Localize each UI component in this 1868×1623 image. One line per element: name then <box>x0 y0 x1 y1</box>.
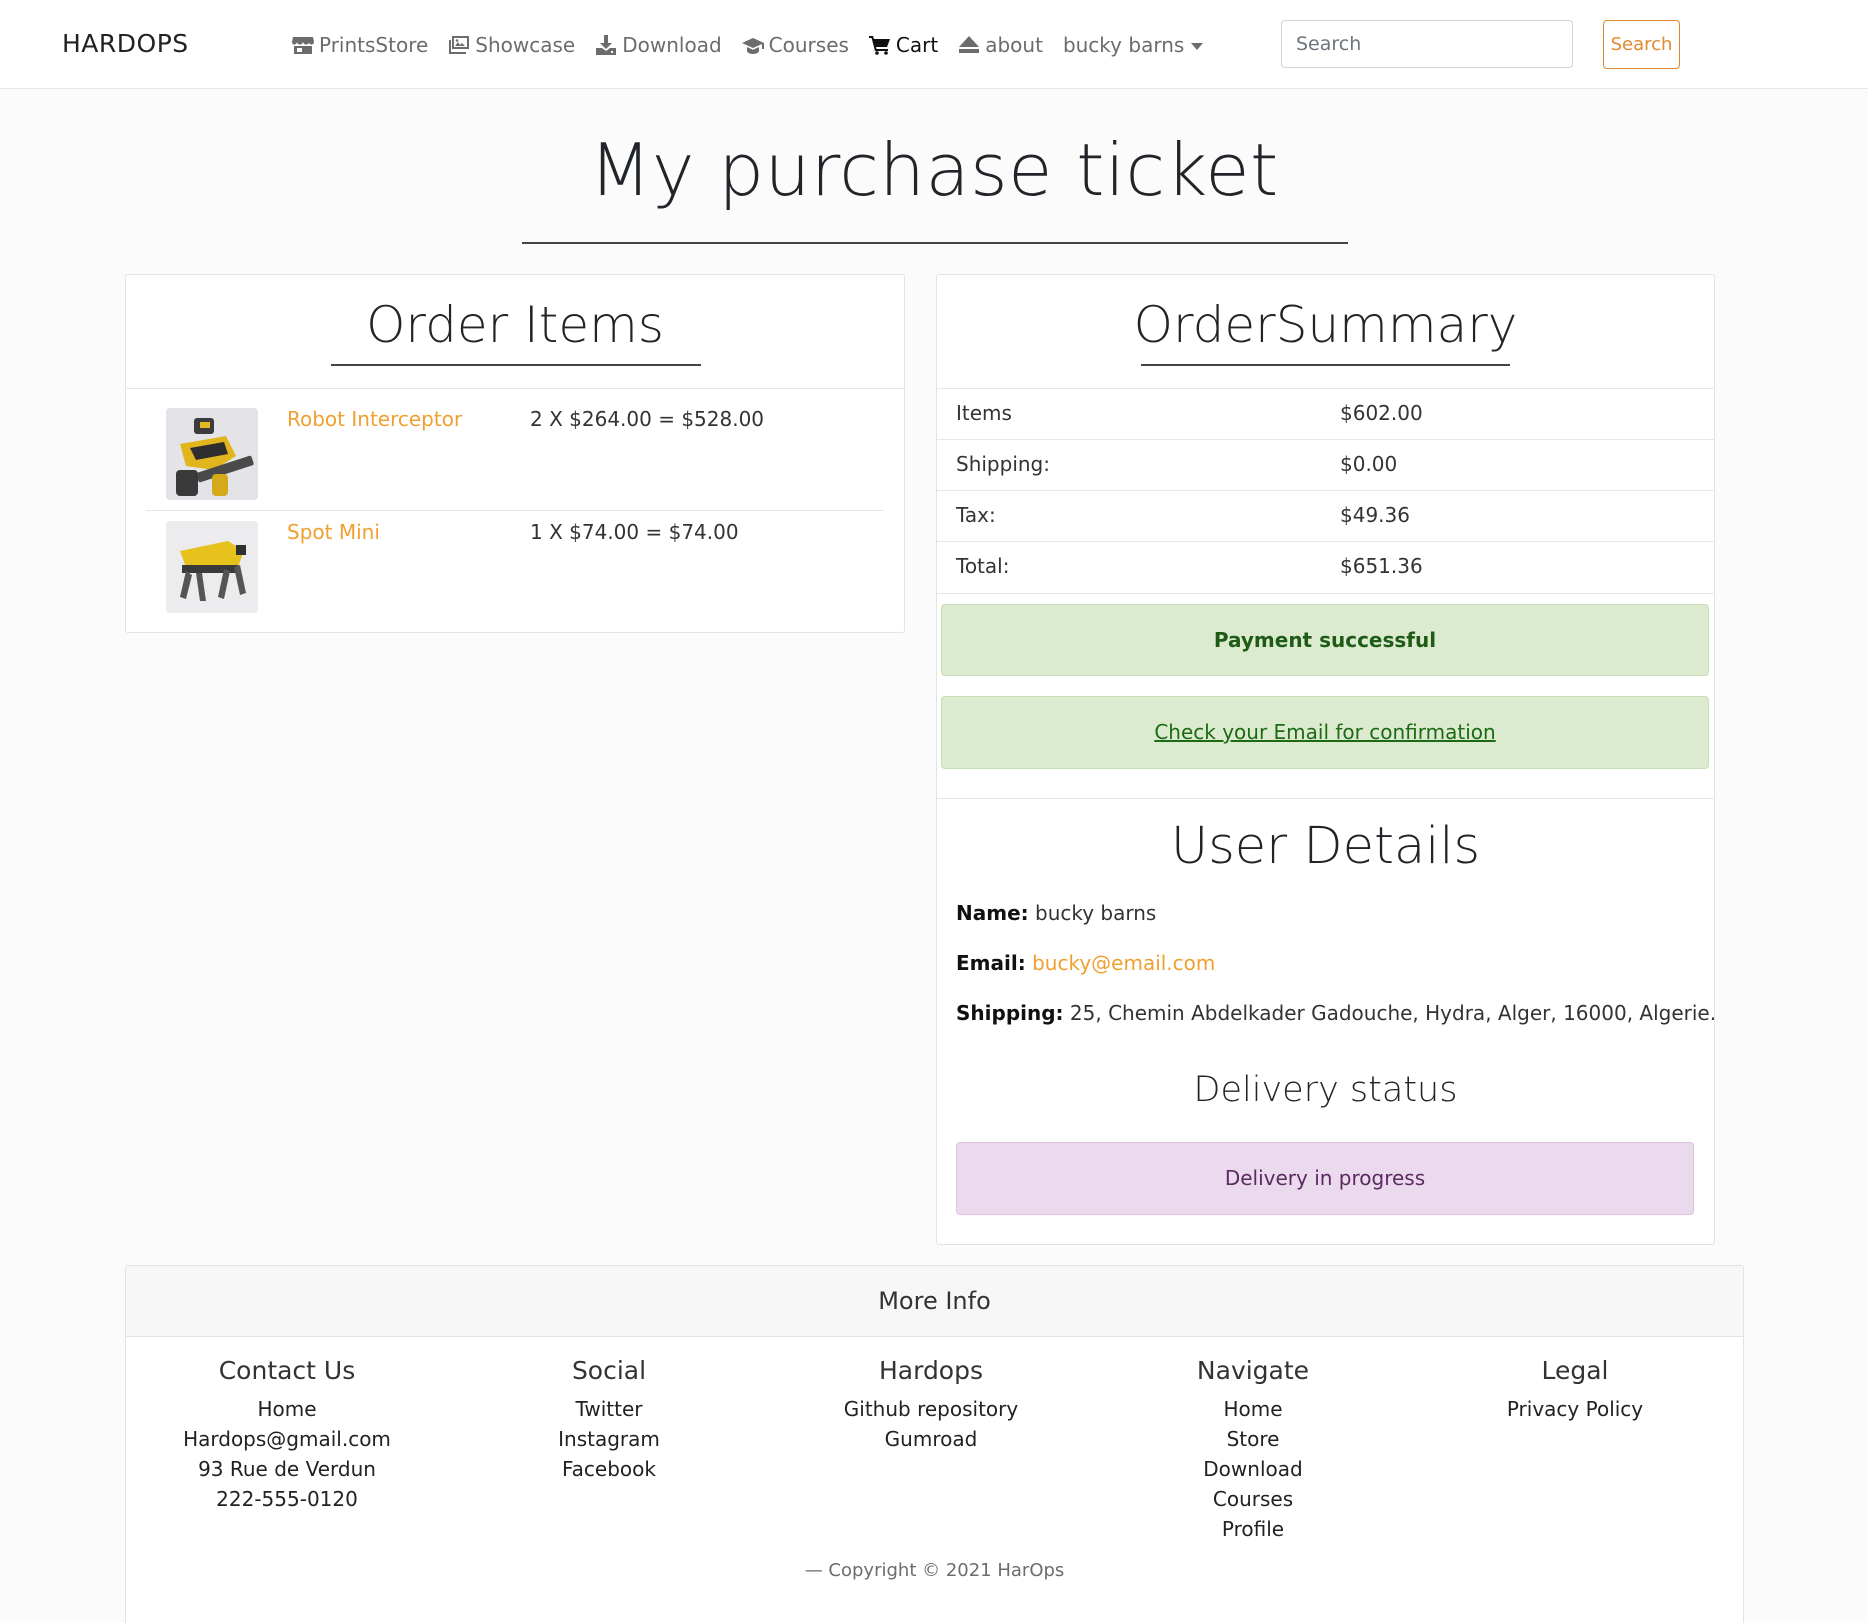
cart-icon <box>868 36 890 55</box>
copyright: — Copyright © 2021 HarOps <box>804 1560 1065 1581</box>
product-image-spot-mini[interactable] <box>166 521 258 613</box>
nav-link-download[interactable]: Download <box>595 33 722 57</box>
search-button[interactable]: Search <box>1603 20 1680 69</box>
item-price-calculation: 2 X $264.00 = $528.00 <box>530 407 765 431</box>
user-shipping-detail: Shipping: 25, Chemin Abdelkader Gadouche… <box>956 1001 1716 1025</box>
summary-label: Shipping: <box>956 452 1050 476</box>
payment-success-alert: Payment successful <box>941 604 1709 676</box>
chevron-down-icon <box>1191 42 1204 50</box>
user-menu-label: bucky barns <box>1062 33 1185 57</box>
nav-link-label: PrintsStore <box>319 33 429 57</box>
navbar: HARDOPS PrintsStore Showcase Download Co… <box>0 0 1868 89</box>
summary-label: Tax: <box>956 503 996 527</box>
divider <box>937 593 1714 594</box>
footer-link-twitter[interactable]: Twitter <box>448 1394 770 1424</box>
product-link-spot-mini[interactable]: Spot Mini <box>287 520 380 544</box>
footer-column-title: Social <box>571 1356 647 1385</box>
user-details-heading: User Details <box>1170 817 1481 876</box>
nav-link-label: Download <box>622 33 722 57</box>
delivery-status-alert: Delivery in progress <box>956 1142 1694 1215</box>
brand-logo[interactable]: HARDOPS <box>62 29 189 58</box>
summary-value: $0.00 <box>1340 452 1398 476</box>
detail-label: Shipping: <box>956 1001 1064 1025</box>
order-items-heading: Order Items <box>366 296 664 354</box>
footer-column-navigate: Navigate Home Store Download Courses Pro… <box>1092 1356 1414 1544</box>
footer-link-gumroad[interactable]: Gumroad <box>770 1424 1092 1454</box>
divider <box>937 388 1714 389</box>
user-name-detail: Name: bucky barns <box>956 901 1156 925</box>
page-title: My purchase ticket <box>589 128 1279 212</box>
divider <box>937 798 1714 799</box>
divider <box>146 510 884 511</box>
divider <box>937 439 1714 440</box>
footer-link-home[interactable]: Home <box>1092 1394 1414 1424</box>
footer-phone: 222-555-0120 <box>216 1487 358 1511</box>
download-icon <box>596 35 617 55</box>
summary-value: $651.36 <box>1340 554 1423 578</box>
footer-link-privacy-policy[interactable]: Privacy Policy <box>1414 1394 1736 1424</box>
product-image-robot-interceptor[interactable] <box>166 408 258 500</box>
user-name-value: bucky barns <box>1035 901 1157 925</box>
footer-link-download[interactable]: Download <box>1092 1454 1414 1484</box>
footer-link-profile[interactable]: Profile <box>1092 1514 1414 1544</box>
email-confirmation-link[interactable]: Check your Email for confirmation <box>1154 720 1495 744</box>
user-email-detail: Email: bucky@email.com <box>956 951 1215 975</box>
eject-icon <box>959 36 980 53</box>
graduation-cap-icon <box>741 38 764 54</box>
heading-underline <box>1141 364 1510 366</box>
footer-link-store[interactable]: Store <box>1092 1424 1414 1454</box>
summary-value: $49.36 <box>1340 503 1410 527</box>
summary-value: $602.00 <box>1340 401 1423 425</box>
order-summary-card: OrderSummary Items $602.00 Shipping: $0.… <box>936 274 1716 1245</box>
nav-link-label: about <box>985 33 1043 57</box>
order-items-card: Order Items Robot Interceptor 2 X $264.0… <box>125 274 905 633</box>
summary-label: Items <box>956 401 1012 425</box>
footer-column-legal: Legal Privacy Policy <box>1414 1356 1736 1424</box>
order-summary-heading: OrderSummary <box>1133 296 1518 354</box>
detail-label: Name: <box>956 901 1029 925</box>
user-email-link[interactable]: bucky@email.com <box>1032 951 1215 975</box>
footer-link-facebook[interactable]: Facebook <box>448 1454 770 1484</box>
nav-link-label: Showcase <box>475 33 576 57</box>
footer-link-email[interactable]: Hardops@gmail.com <box>126 1424 448 1454</box>
summary-label: Total: <box>956 554 1010 578</box>
title-divider <box>522 242 1348 244</box>
nav-link-courses[interactable]: Courses <box>741 33 849 57</box>
divider <box>937 490 1714 491</box>
nav-link-printsstore[interactable]: PrintsStore <box>292 33 428 57</box>
footer-column-title: Contact Us <box>218 1356 356 1385</box>
footer-link-github[interactable]: Github repository <box>770 1394 1092 1424</box>
footer-column-title: Legal <box>1541 1356 1609 1385</box>
detail-label: Email: <box>956 951 1026 975</box>
nav-link-showcase[interactable]: Showcase <box>448 33 575 57</box>
nav-links: PrintsStore Showcase Download Courses Ca… <box>292 30 1223 60</box>
footer: More Info Contact Us Home Hardops@gmail.… <box>125 1265 1744 1623</box>
shipping-address-value: 25, Chemin Abdelkader Gadouche, Hydra, A… <box>1069 1001 1717 1025</box>
footer-address: 93 Rue de Verdun <box>198 1457 376 1481</box>
nav-link-label: Cart <box>895 33 939 57</box>
footer-link-instagram[interactable]: Instagram <box>448 1424 770 1454</box>
divider <box>126 388 904 389</box>
nav-link-cart[interactable]: Cart <box>868 33 939 57</box>
store-icon <box>292 37 314 54</box>
footer-link-courses[interactable]: Courses <box>1092 1484 1414 1514</box>
images-icon <box>449 36 470 54</box>
heading-underline <box>331 364 701 366</box>
footer-column-title: Hardops <box>878 1356 984 1385</box>
divider <box>937 541 1714 542</box>
delivery-status-heading: Delivery status <box>1193 1070 1458 1110</box>
email-confirmation-alert: Check your Email for confirmation <box>941 696 1709 769</box>
search-input[interactable] <box>1281 20 1573 68</box>
nav-link-about[interactable]: about <box>958 33 1043 57</box>
footer-link-home[interactable]: Home <box>126 1394 448 1424</box>
footer-column-title: Navigate <box>1196 1356 1310 1385</box>
footer-column-contact: Contact Us Home Hardops@gmail.com 93 Rue… <box>126 1356 448 1514</box>
user-menu-dropdown[interactable]: bucky barns <box>1062 33 1204 57</box>
footer-column-hardops: Hardops Github repository Gumroad <box>770 1356 1092 1454</box>
nav-link-label: Courses <box>768 33 849 57</box>
footer-column-social: Social Twitter Instagram Facebook <box>448 1356 770 1484</box>
footer-heading: More Info <box>126 1266 1743 1337</box>
product-link-robot-interceptor[interactable]: Robot Interceptor <box>287 407 462 431</box>
item-price-calculation: 1 X $74.00 = $74.00 <box>530 520 739 544</box>
